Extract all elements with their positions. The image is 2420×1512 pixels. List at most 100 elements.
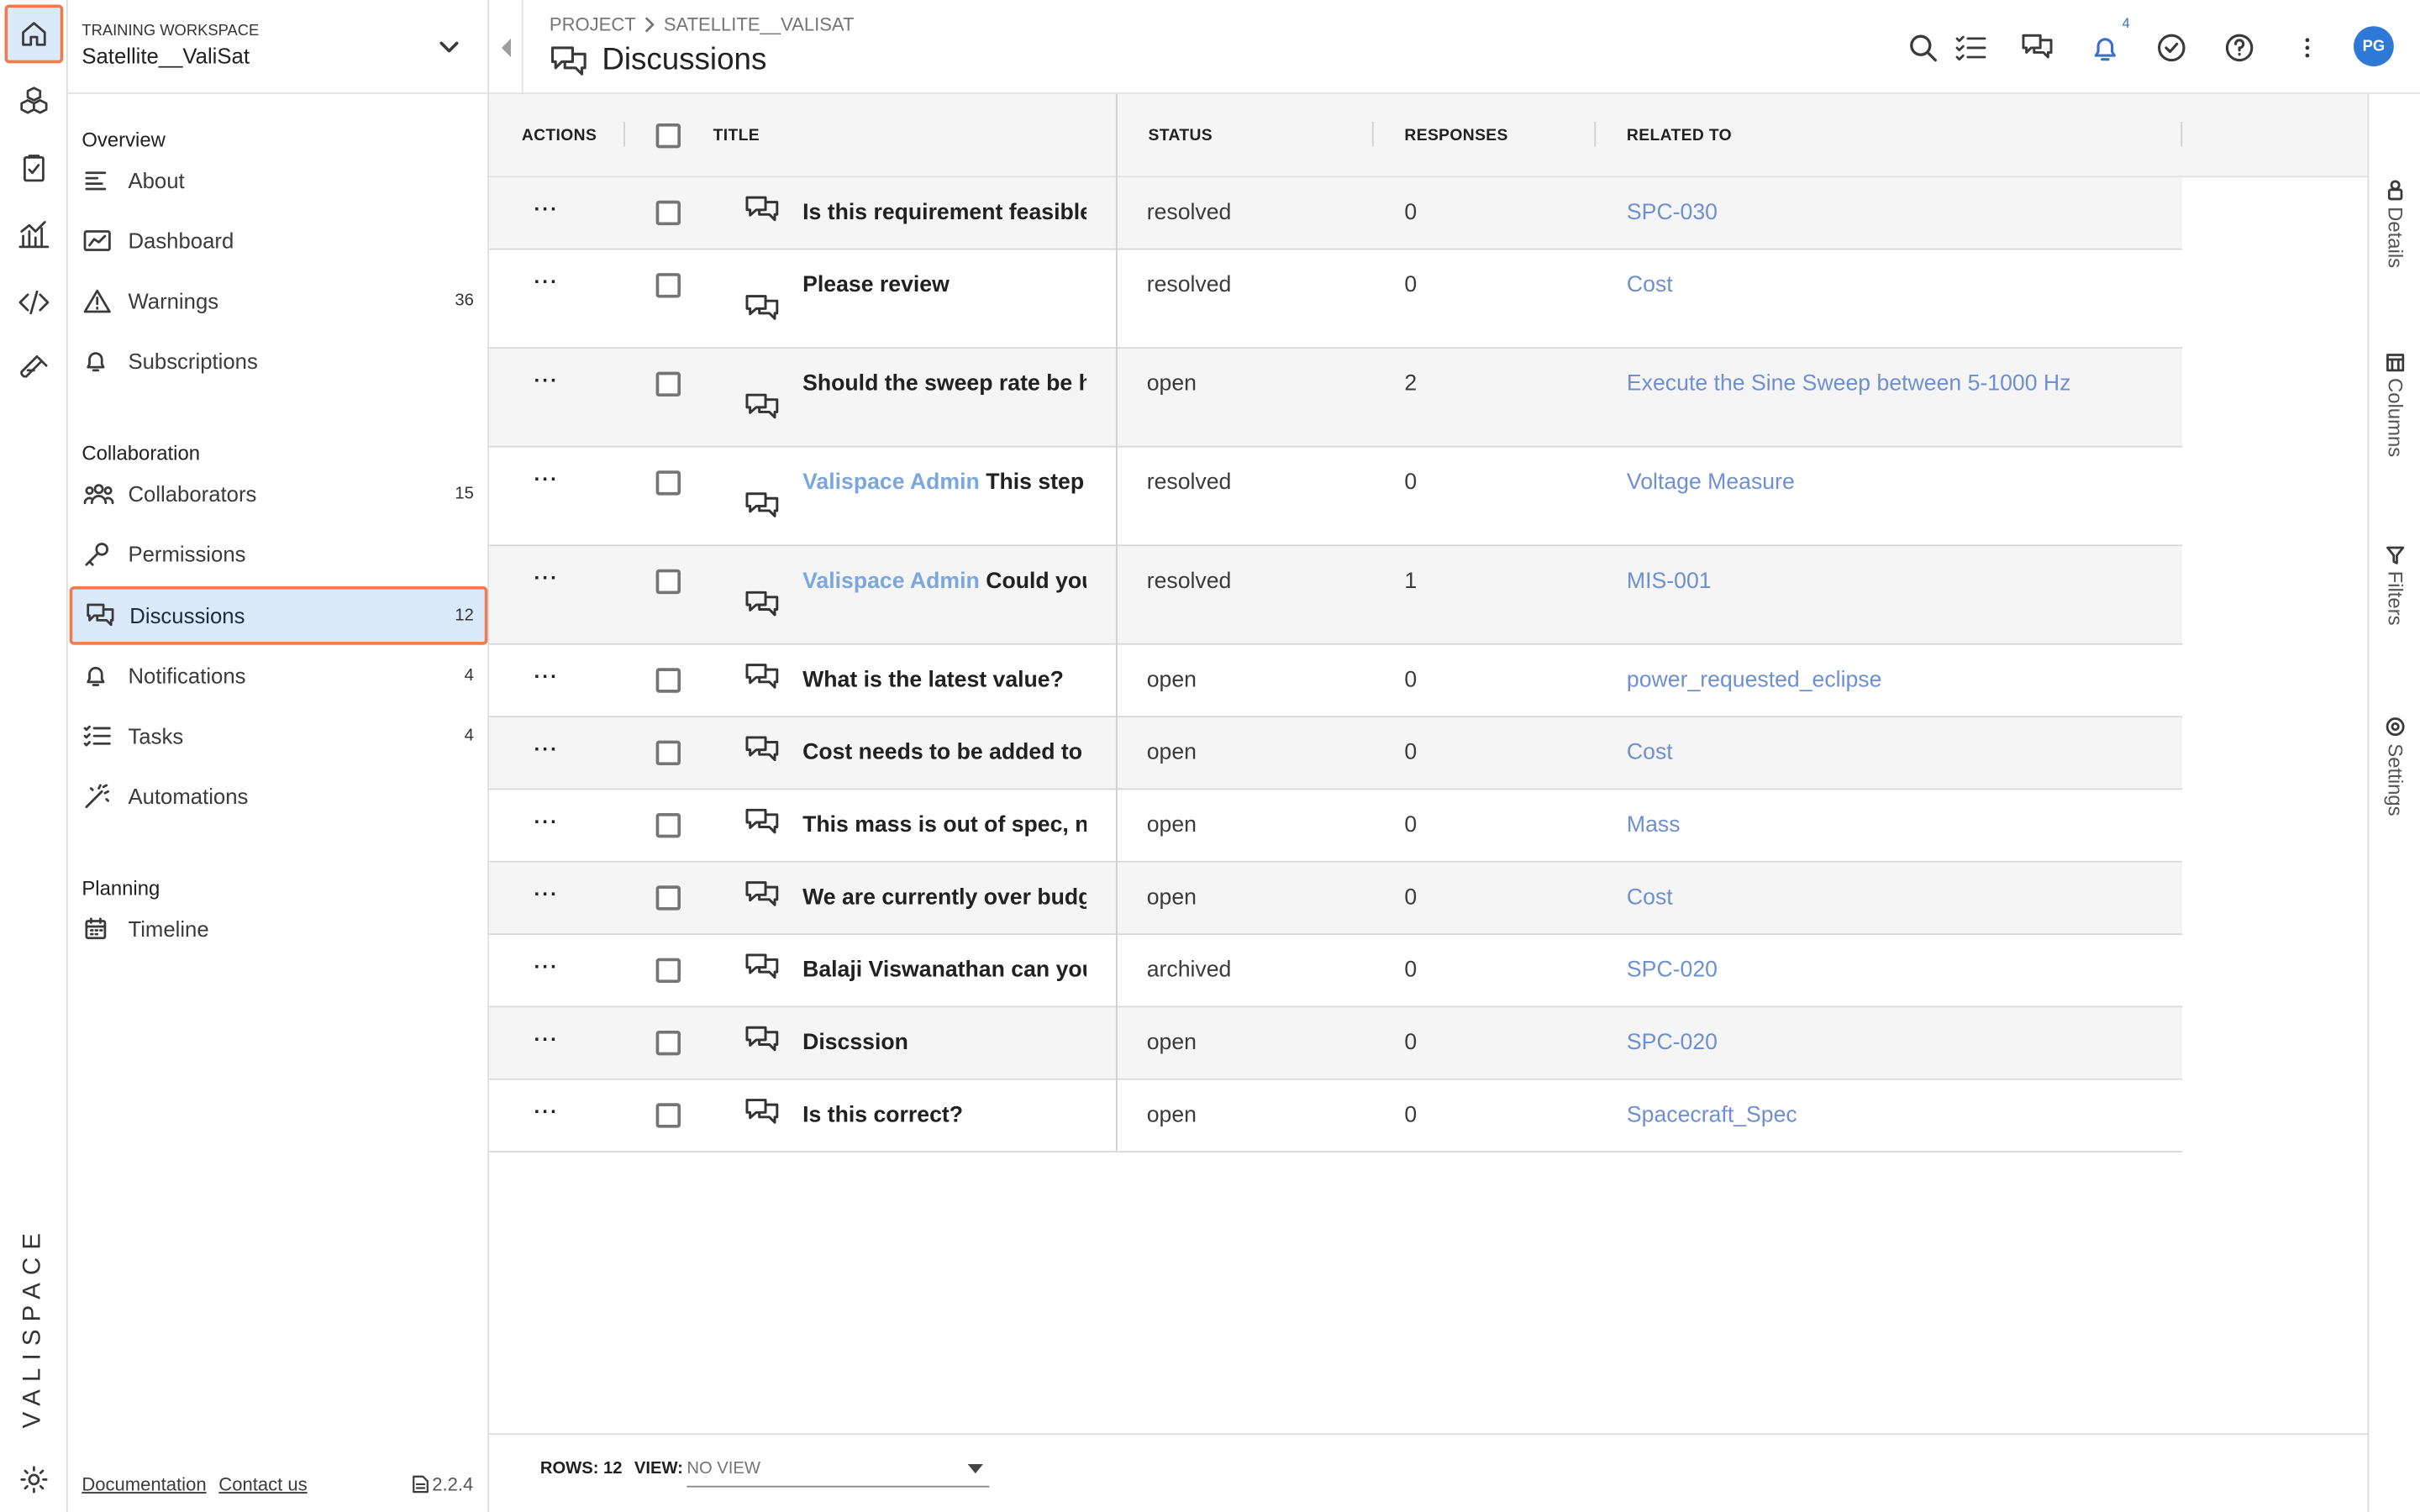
discussions-button[interactable] <box>2020 31 2054 65</box>
tab-settings[interactable]: Settings <box>2369 716 2420 816</box>
related-link[interactable]: power_requested_eclipse <box>1627 668 1882 692</box>
column-header-title[interactable]: TITLE <box>713 127 760 145</box>
table-row[interactable]: ··· What is the latest value? open 0 power_r… <box>489 644 2183 718</box>
table-row[interactable]: ··· Is this correct? open 0 Spacecraft_Spec <box>489 1079 2183 1153</box>
table-row[interactable]: ··· Cost needs to be added to open 0 Cost <box>489 717 2183 790</box>
documentation-link[interactable]: Documentation <box>82 1473 206 1495</box>
column-header-responses[interactable]: RESPONSES <box>1404 127 1507 145</box>
column-header-status[interactable]: STATUS <box>1149 127 1213 145</box>
related-link[interactable]: SPC-020 <box>1627 958 1718 983</box>
discussion-title[interactable]: Should the sweep rate be h <box>802 372 1086 396</box>
discussion-title[interactable]: We are currently over budg <box>802 885 1086 910</box>
sidebar-item-notifications[interactable]: Notifications 4 <box>68 648 488 703</box>
table-row[interactable]: ··· Please review resolved 0 Cost <box>489 249 2183 349</box>
row-checkbox[interactable] <box>655 1103 681 1128</box>
table-row[interactable]: ··· Balaji Viswanathan can you archived 0 SP… <box>489 935 2183 1008</box>
sidebar-item-about[interactable]: About <box>68 153 488 208</box>
discussion-title[interactable]: Valispace Admin This step <box>802 470 1086 495</box>
sidebar-item-discussions[interactable]: Discussions 12 <box>69 585 488 645</box>
table-row[interactable]: ··· Is this requirement feasible? resolved… <box>489 177 2183 250</box>
sidebar-item-dashboard[interactable]: Dashboard <box>68 213 488 268</box>
discussion-title[interactable]: Discssion <box>802 1031 1086 1055</box>
related-link[interactable]: SPC-030 <box>1627 201 1718 225</box>
row-actions-menu[interactable]: ··· <box>534 955 559 979</box>
row-checkbox[interactable] <box>655 470 681 496</box>
related-link[interactable]: Execute the Sine Sweep between 5-1000 Hz <box>1627 372 2071 396</box>
discussion-title[interactable]: What is the latest value? <box>802 668 1086 692</box>
row-checkbox[interactable] <box>655 569 681 595</box>
check-button[interactable] <box>2154 31 2188 65</box>
search-button[interactable] <box>1906 31 1939 65</box>
row-actions-menu[interactable]: ··· <box>534 1100 559 1124</box>
tab-columns[interactable]: Columns <box>2369 354 2420 457</box>
discussion-title[interactable]: Is this correct? <box>802 1103 1086 1127</box>
row-checkbox[interactable] <box>655 200 681 226</box>
row-checkbox[interactable] <box>655 371 681 397</box>
view-select[interactable]: NO VIEW <box>687 1453 990 1488</box>
row-checkbox[interactable] <box>655 740 681 766</box>
row-checkbox[interactable] <box>655 885 681 911</box>
sidebar-item-timeline[interactable]: Timeline <box>68 901 488 957</box>
row-actions-menu[interactable]: ··· <box>534 1027 559 1051</box>
components-button[interactable] <box>0 70 68 131</box>
related-link[interactable]: MIS-001 <box>1627 570 1712 594</box>
related-link[interactable]: Cost <box>1627 273 1673 297</box>
tab-details[interactable]: Details <box>2369 179 2420 268</box>
table-row[interactable]: ··· Valispace Admin Could you resolved 1 MIS… <box>489 546 2183 645</box>
discussion-title[interactable]: Please review <box>802 273 1086 297</box>
table-row[interactable]: ··· Valispace Admin This step resolved 0 Vol… <box>489 447 2183 547</box>
sidebar-item-tasks[interactable]: Tasks 4 <box>68 708 488 764</box>
row-actions-menu[interactable]: ··· <box>534 738 559 761</box>
row-actions-menu[interactable]: ··· <box>534 468 559 491</box>
row-actions-menu[interactable]: ··· <box>534 883 559 906</box>
table-row[interactable]: ··· Discssion open 0 SPC-020 <box>489 1007 2183 1080</box>
sidebar-item-automations[interactable]: Automations <box>68 769 488 824</box>
row-actions-menu[interactable]: ··· <box>534 270 559 293</box>
contact-link[interactable]: Contact us <box>218 1473 307 1495</box>
scripting-button[interactable] <box>0 271 68 333</box>
tasks-button[interactable] <box>1954 31 1987 65</box>
table-row[interactable]: ··· This mass is out of spec, n open 0 Mass <box>489 790 2183 863</box>
row-actions-menu[interactable]: ··· <box>534 197 559 221</box>
user-avatar[interactable]: PG <box>2354 26 2394 66</box>
related-link[interactable]: Cost <box>1627 885 1673 910</box>
discussion-title[interactable]: Balaji Viswanathan can you <box>802 958 1086 983</box>
sidebar-item-collaborators[interactable]: Collaborators 15 <box>68 466 488 522</box>
table-row[interactable]: ··· We are currently over budg open 0 Cost <box>489 862 2183 936</box>
breadcrumb-project[interactable]: PROJECT <box>550 14 636 36</box>
sidebar-item-warnings[interactable]: Warnings 36 <box>68 273 488 328</box>
row-checkbox[interactable] <box>655 668 681 693</box>
collapse-sidebar-button[interactable] <box>489 0 523 95</box>
author-name[interactable]: Valispace Admin <box>802 570 980 594</box>
row-actions-menu[interactable]: ··· <box>534 369 559 392</box>
related-link[interactable]: Mass <box>1627 813 1681 837</box>
tab-filters[interactable]: Filters <box>2369 546 2420 626</box>
related-link[interactable]: Spacecraft_Spec <box>1627 1103 1797 1127</box>
related-link[interactable]: SPC-020 <box>1627 1031 1718 1055</box>
discussion-title[interactable]: This mass is out of spec, n <box>802 813 1086 837</box>
related-link[interactable]: Cost <box>1627 741 1673 765</box>
select-all-checkbox[interactable] <box>655 123 681 149</box>
help-button[interactable] <box>2223 31 2256 65</box>
table-row[interactable]: ··· Should the sweep rate be h open 2 Execut… <box>489 349 2183 448</box>
tests-button[interactable] <box>0 339 68 401</box>
workspace-selector[interactable]: TRAINING WORKSPACE Satellite__ValiSat <box>67 0 488 95</box>
row-checkbox[interactable] <box>655 958 681 984</box>
sidebar-item-subscriptions[interactable]: Subscriptions <box>68 333 488 389</box>
row-checkbox[interactable] <box>655 812 681 838</box>
discussion-title[interactable]: Is this requirement feasible? <box>802 201 1086 225</box>
row-checkbox[interactable] <box>655 273 681 298</box>
more-menu-button[interactable] <box>2291 31 2324 65</box>
column-header-related[interactable]: RELATED TO <box>1627 127 1732 145</box>
notifications-button[interactable] <box>2088 31 2122 65</box>
column-header-actions[interactable]: ACTIONS <box>522 127 597 145</box>
discussion-title[interactable]: Valispace Admin Could you <box>802 570 1086 594</box>
discussion-title[interactable]: Cost needs to be added to <box>802 741 1086 765</box>
sidebar-item-permissions[interactable]: Permissions <box>68 526 488 581</box>
row-actions-menu[interactable]: ··· <box>534 566 559 590</box>
requirements-button[interactable] <box>0 137 68 198</box>
row-checkbox[interactable] <box>655 1030 681 1056</box>
author-name[interactable]: Valispace Admin <box>802 470 980 495</box>
row-actions-menu[interactable]: ··· <box>534 810 559 833</box>
home-button[interactable] <box>4 4 64 64</box>
